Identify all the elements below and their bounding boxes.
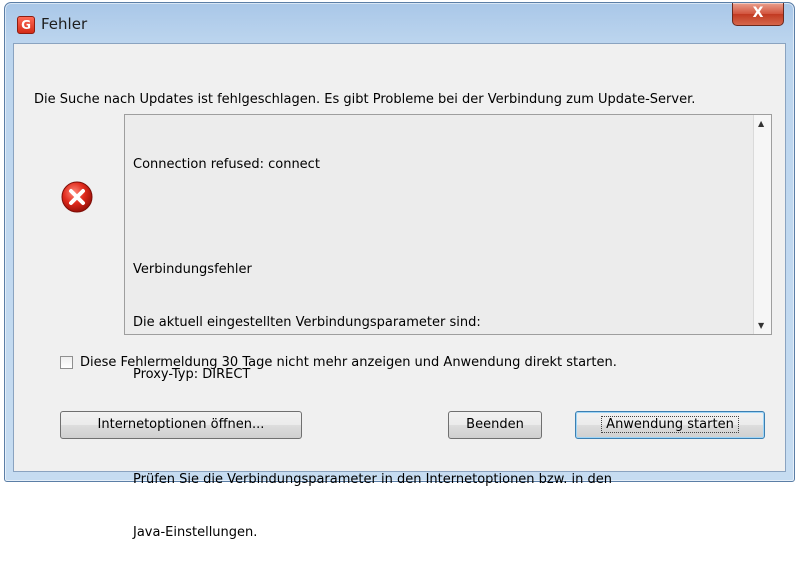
error-message: Die Suche nach Updates ist fehlgeschlage… bbox=[34, 92, 696, 107]
close-button[interactable]: X bbox=[732, 3, 784, 26]
scroll-up-arrow-icon[interactable]: ▲ bbox=[758, 119, 764, 128]
close-icon: X bbox=[752, 5, 764, 21]
app-g-icon: G bbox=[17, 16, 35, 34]
details-line: Java-Einstellungen. bbox=[133, 524, 258, 540]
details-line: Verbindungsfehler bbox=[133, 262, 252, 277]
dont-show-again-label[interactable]: Diese Fehlermeldung 30 Tage nicht mehr a… bbox=[80, 355, 617, 370]
details-line: Prüfen Sie die Verbindungsparameter in d… bbox=[133, 472, 612, 487]
details-line: Connection refused: connect bbox=[133, 157, 320, 172]
vertical-scrollbar[interactable]: ▲ ▼ bbox=[753, 115, 771, 334]
internet-options-button[interactable]: Internetoptionen öffnen... bbox=[60, 411, 302, 439]
details-textarea[interactable]: Connection refused: connect Verbindungsf… bbox=[124, 114, 772, 540]
details-text: Connection refused: connect Verbindungsf… bbox=[133, 121, 612, 576]
start-application-button[interactable]: Anwendung starten bbox=[575, 411, 765, 439]
error-dialog-window: G Fehler X Die Suche nach Updates ist fe… bbox=[4, 2, 795, 540]
quit-button[interactable]: Beenden bbox=[448, 411, 542, 439]
dialog-body: Die Suche nach Updates ist fehlgeschlage… bbox=[13, 43, 786, 540]
error-x-icon bbox=[61, 181, 93, 213]
window-title: Fehler bbox=[41, 15, 88, 33]
scroll-down-arrow-icon[interactable]: ▼ bbox=[758, 321, 764, 330]
dont-show-again-checkbox[interactable] bbox=[60, 356, 73, 369]
details-line bbox=[133, 209, 612, 227]
start-application-label: Anwendung starten bbox=[601, 416, 739, 433]
details-line: Die aktuell eingestellten Verbindungspar… bbox=[133, 314, 481, 330]
title-bar[interactable]: G Fehler X bbox=[5, 3, 794, 43]
